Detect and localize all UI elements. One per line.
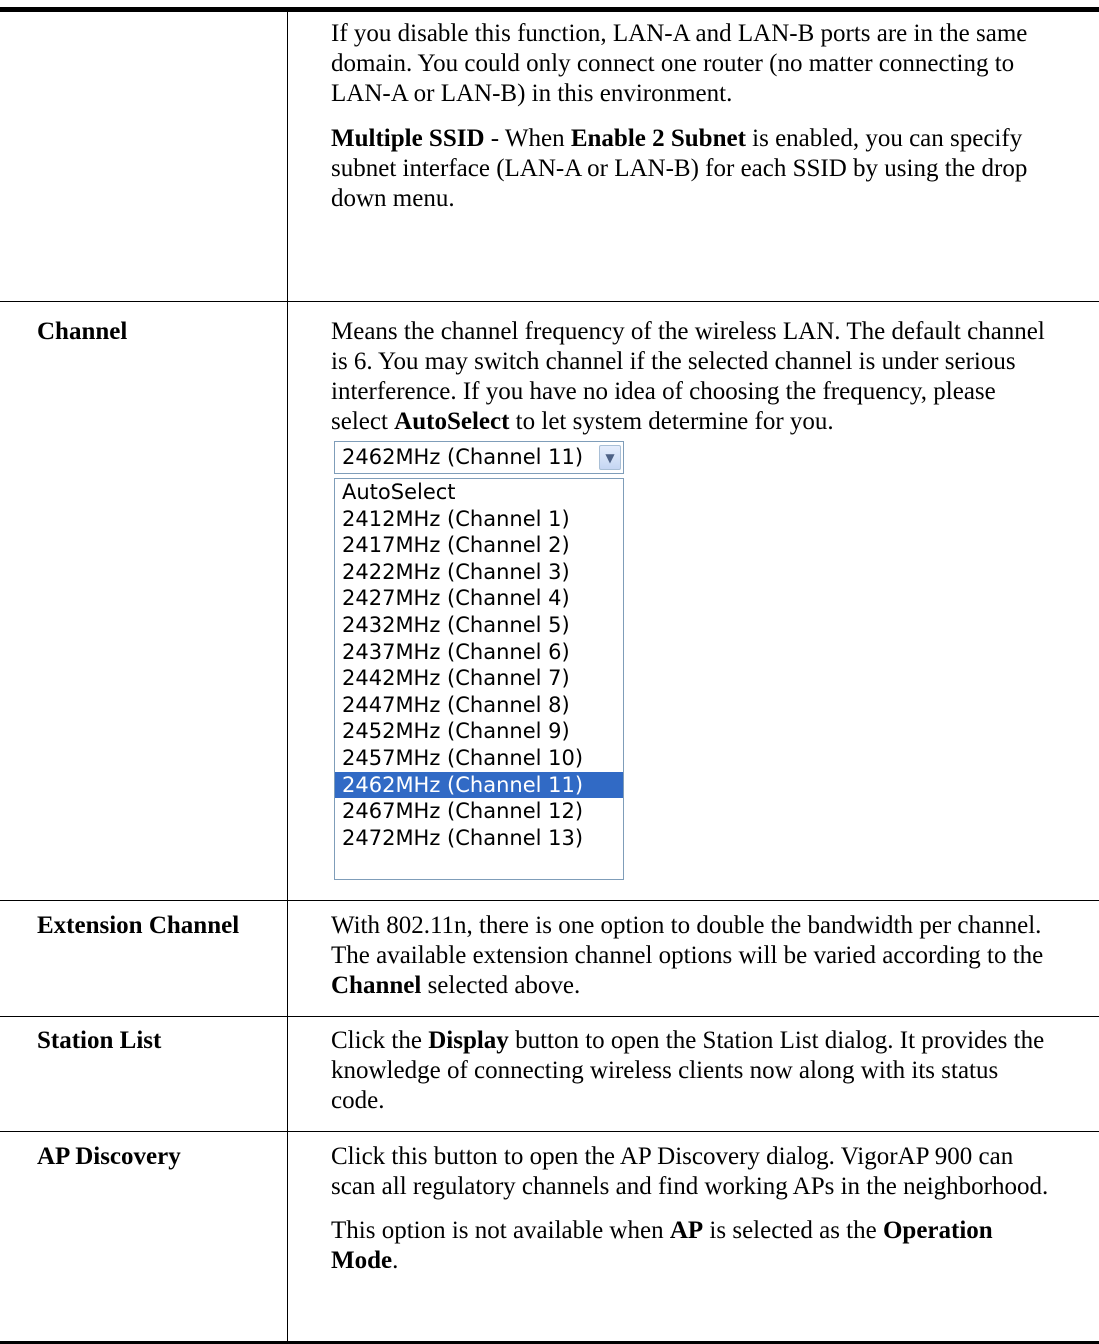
bold-term: AutoSelect (394, 408, 510, 435)
column-divider (287, 12, 288, 1344)
channel-option-list[interactable]: AutoSelect 2412MHz (Channel 1) 2417MHz (Ch… (334, 478, 624, 880)
channel-option[interactable]: 2462MHz (Channel 11) (335, 771, 623, 799)
term-cell: Channel (37, 318, 128, 345)
description-paragraph: With 802.11n, there is one option to dou… (331, 911, 1051, 1001)
bold-term: Display (428, 1027, 509, 1054)
text-run: Click this button to open the AP Discove… (331, 1143, 1049, 1200)
channel-select-value: 2462MHz (Channel 11) (342, 445, 584, 469)
description-cell: Click the Display button to open the Sta… (331, 1026, 1051, 1116)
description-cell: If you disable this function, LAN-A and … (331, 19, 1051, 214)
channel-option[interactable]: 2442MHz (Channel 7) (335, 665, 623, 692)
text-run: selected above. (421, 972, 581, 999)
bold-term: Enable 2 Subnet (570, 125, 746, 152)
description-cell: With 802.11n, there is one option to dou… (331, 911, 1051, 1001)
channel-option[interactable]: 2412MHz (Channel 1) (335, 506, 623, 533)
channel-option[interactable]: 2467MHz (Channel 12) (335, 798, 623, 825)
chevron-down-icon[interactable]: ▼ (599, 445, 621, 470)
description-paragraph: Click the Display button to open the Sta… (331, 1026, 1051, 1116)
channel-option[interactable]: AutoSelect (335, 479, 623, 506)
bold-term: Channel (331, 972, 422, 999)
text-run: to let system determine for you. (509, 408, 834, 435)
description-cell: Click this button to open the AP Discove… (331, 1142, 1051, 1276)
row-divider (0, 1016, 1099, 1017)
channel-option[interactable]: 2457MHz (Channel 10) (335, 745, 623, 772)
text-run: This option is not available when (331, 1217, 670, 1244)
channel-select[interactable]: 2462MHz (Channel 11) ▼ (334, 441, 624, 474)
text-run: If you disable this function, LAN-A and … (331, 20, 1028, 107)
channel-option[interactable]: 2437MHz (Channel 6) (335, 639, 623, 666)
description-cell: Means the channel frequency of the wirel… (331, 317, 1051, 437)
text-run: With 802.11n, there is one option to dou… (331, 912, 1044, 969)
description-paragraph: Click this button to open the AP Discove… (331, 1142, 1051, 1202)
text-run: is selected as the (703, 1217, 883, 1244)
channel-option[interactable]: 2417MHz (Channel 2) (335, 532, 623, 559)
description-paragraph: Means the channel frequency of the wirel… (331, 317, 1051, 437)
channel-option[interactable]: 2452MHz (Channel 9) (335, 718, 623, 745)
bold-term: AP (669, 1217, 704, 1244)
row-divider (0, 301, 1099, 302)
text-run: Click the (331, 1027, 429, 1054)
description-paragraph: If you disable this function, LAN-A and … (331, 19, 1051, 109)
document-page: If you disable this function, LAN-A and … (0, 0, 1099, 1344)
row-divider (0, 900, 1099, 901)
row-divider (0, 1131, 1099, 1132)
description-paragraph: This option is not available when AP is … (331, 1216, 1051, 1276)
text-run: . (392, 1247, 399, 1274)
term-cell: Station List (37, 1027, 162, 1054)
term-cell: Extension Channel (37, 912, 240, 939)
table-top-border (0, 7, 1099, 12)
bold-term: Multiple SSID (331, 125, 485, 152)
text-run: - When (484, 125, 571, 152)
channel-option[interactable]: 2472MHz (Channel 13) (335, 825, 623, 852)
channel-option[interactable]: 2447MHz (Channel 8) (335, 692, 623, 719)
channel-option[interactable]: 2432MHz (Channel 5) (335, 612, 623, 639)
channel-option[interactable]: 2422MHz (Channel 3) (335, 559, 623, 586)
description-paragraph: Multiple SSID - When Enable 2 Subnet is … (331, 124, 1051, 214)
channel-option[interactable]: 2427MHz (Channel 4) (335, 585, 623, 612)
term-cell: AP Discovery (37, 1143, 181, 1170)
